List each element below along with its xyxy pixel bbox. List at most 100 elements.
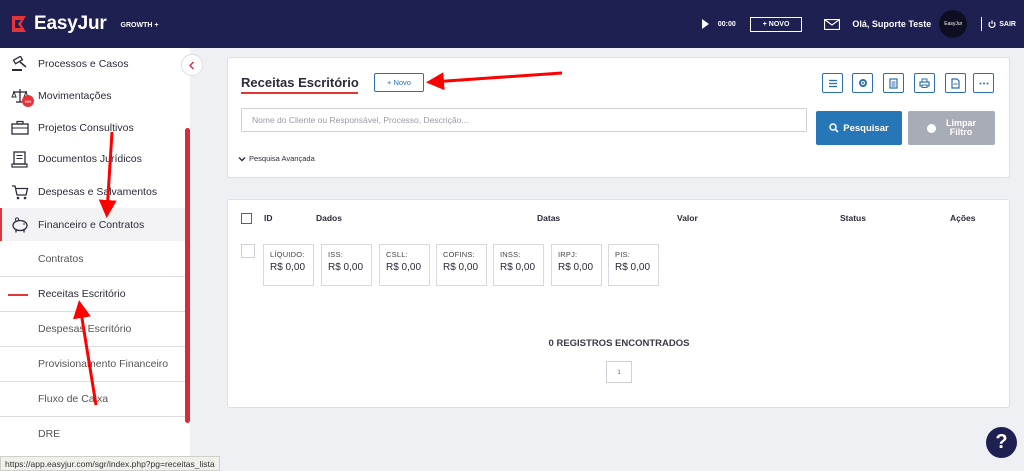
- sidebar-item-label: Processos e Casos: [38, 58, 129, 70]
- sidebar-subitem-dre[interactable]: DRE: [0, 416, 185, 451]
- status-bar-url: https://app.easyjur.com/sgr/index.php?pg…: [0, 456, 220, 471]
- column-header-datas[interactable]: Datas: [537, 213, 560, 223]
- total-card-pis: PIS: R$ 0,00: [608, 244, 659, 286]
- total-card-cofins: COFINS: R$ 0,00: [436, 244, 487, 286]
- sidebar-scrollbar[interactable]: [185, 128, 190, 423]
- power-icon: [988, 20, 996, 28]
- total-card-liquido: LÍQUIDO: R$ 0,00: [263, 244, 314, 286]
- total-value: R$ 0,00: [386, 262, 422, 273]
- sidebar-item-label: Movimentações: [38, 90, 112, 102]
- advanced-search-toggle[interactable]: Pesquisa Avançada: [238, 154, 315, 163]
- total-value: R$ 0,00: [615, 262, 651, 273]
- title-underline: [241, 92, 358, 94]
- total-value: R$ 0,00: [443, 262, 479, 273]
- select-all-checkbox[interactable]: [241, 213, 252, 224]
- total-label: ISS:: [328, 250, 343, 259]
- avatar-text: EasyJur: [944, 21, 963, 27]
- sidebar-item-processos[interactable]: Processos e Casos: [0, 54, 190, 74]
- total-value: R$ 0,00: [270, 262, 306, 273]
- total-label: INSS:: [500, 250, 521, 259]
- sidebar-subitem-receitas[interactable]: Receitas Escritório: [0, 276, 185, 311]
- top-bar: EasyJur GROWTH + 00:00 + NOVO Olá, Supor…: [0, 0, 1024, 48]
- cart-icon: [10, 183, 30, 201]
- sidebar-subitem-label: Despesas Escritório: [38, 323, 132, 335]
- clear-filter-button[interactable]: Limpar Filtro: [908, 111, 995, 145]
- logo-mark-icon: [12, 16, 26, 32]
- total-label: CSLL:: [386, 250, 408, 259]
- sidebar-item-despesas[interactable]: Despesas e Salvamentos: [0, 182, 190, 202]
- sidebar-item-movimentacoes[interactable]: 999 Movimentações: [0, 86, 190, 107]
- gavel-icon: [10, 55, 30, 73]
- total-label: LÍQUIDO:: [270, 250, 305, 259]
- brand-name: EasyJur: [34, 13, 107, 34]
- avatar[interactable]: EasyJur: [939, 10, 968, 38]
- sidebar-subitem-despesas-escritorio[interactable]: Despesas Escritório: [0, 311, 185, 346]
- collapse-sidebar-button[interactable]: [181, 54, 203, 76]
- sidebar-subitem-label: Provisionamento Financeiro: [38, 358, 169, 370]
- sidebar-item-label: Financeiro e Contratos: [38, 218, 145, 231]
- sidebar-item-financeiro[interactable]: Financeiro e Contratos: [0, 208, 190, 241]
- total-value: R$ 0,00: [558, 262, 594, 273]
- total-label: PIS:: [615, 250, 630, 259]
- print-button[interactable]: [914, 73, 935, 93]
- total-card-csll: CSLL: R$ 0,00: [379, 244, 430, 286]
- column-header-status[interactable]: Status: [840, 213, 866, 223]
- sidebar-subitem-label: Receitas Escritório: [38, 288, 126, 300]
- advanced-search-label: Pesquisa Avançada: [249, 154, 315, 163]
- timer[interactable]: 00:00: [701, 19, 736, 29]
- sidebar-subitem-label: Fluxo de Caixa: [38, 393, 109, 405]
- pagination-page[interactable]: 1: [606, 361, 632, 383]
- column-header-dados[interactable]: Dados: [316, 213, 342, 223]
- total-value: R$ 0,00: [500, 262, 536, 273]
- chevron-down-icon: [238, 156, 246, 161]
- briefcase-icon: [10, 119, 30, 137]
- total-value: R$ 0,00: [328, 262, 364, 273]
- column-header-valor[interactable]: Valor: [677, 213, 698, 223]
- settings-button[interactable]: [852, 73, 873, 93]
- brand-logo[interactable]: EasyJur GROWTH +: [10, 13, 158, 35]
- mail-icon[interactable]: [824, 18, 841, 30]
- user-greeting: Olá, Suporte Teste: [852, 19, 932, 29]
- timer-value: 00:00: [717, 20, 736, 28]
- notification-badge: 999: [22, 95, 34, 107]
- chevron-left-icon: [189, 61, 194, 69]
- sidebar-subitem-contratos[interactable]: Contratos: [0, 241, 185, 276]
- search-input[interactable]: Nome do Cliente ou Responsável, Processo…: [241, 108, 807, 132]
- total-label: IRPJ:: [558, 250, 578, 259]
- sidebar-item-projetos[interactable]: Projetos Consultivos: [0, 118, 190, 138]
- more-icon: [979, 82, 988, 84]
- column-header-id[interactable]: ID: [264, 213, 273, 223]
- empty-results-message: 0 REGISTROS ENCONTRADOS: [548, 338, 690, 349]
- play-icon[interactable]: [701, 19, 709, 29]
- piggy-bank-icon: [10, 216, 30, 234]
- pdf-icon: [951, 77, 960, 89]
- new-top-button[interactable]: + NOVO: [749, 16, 803, 32]
- search-button[interactable]: Pesquisar: [816, 111, 902, 145]
- total-card-iss: ISS: R$ 0,00: [321, 244, 372, 286]
- sidebar-item-label: Documentos Jurídicos: [38, 153, 142, 165]
- clear-button-label-line2: Filtro: [949, 127, 973, 137]
- sidebar-subitem-fluxo-caixa[interactable]: Fluxo de Caixa: [0, 381, 185, 416]
- columns-button[interactable]: [822, 73, 843, 93]
- sidebar-subitem-provisionamento[interactable]: Provisionamento Financeiro: [0, 346, 185, 381]
- column-header-acoes: Ações: [950, 213, 976, 223]
- filter-panel: Receitas Escritório + Novo Nome do Clien…: [227, 57, 1010, 178]
- total-label: COFINS:: [443, 250, 475, 259]
- active-indicator: [8, 294, 28, 296]
- scales-icon: 999: [10, 87, 34, 107]
- logout-button[interactable]: SAIR: [988, 20, 1016, 28]
- sidebar-item-documentos[interactable]: Documentos Jurídicos: [0, 149, 190, 169]
- sidebar-subitem-label: Contratos: [38, 252, 84, 265]
- spreadsheet-button[interactable]: [883, 73, 904, 93]
- pdf-button[interactable]: [945, 73, 966, 93]
- gear-icon: [858, 79, 867, 87]
- search-icon: [829, 123, 839, 133]
- question-icon: ?: [995, 431, 1008, 453]
- row-checkbox[interactable]: [241, 244, 255, 258]
- more-button[interactable]: [973, 73, 994, 93]
- new-receipt-button[interactable]: + Novo: [374, 73, 424, 92]
- divider: [981, 17, 983, 31]
- help-button[interactable]: ?: [986, 427, 1017, 458]
- columns-icon: [828, 79, 837, 87]
- plan-label: GROWTH +: [120, 22, 159, 29]
